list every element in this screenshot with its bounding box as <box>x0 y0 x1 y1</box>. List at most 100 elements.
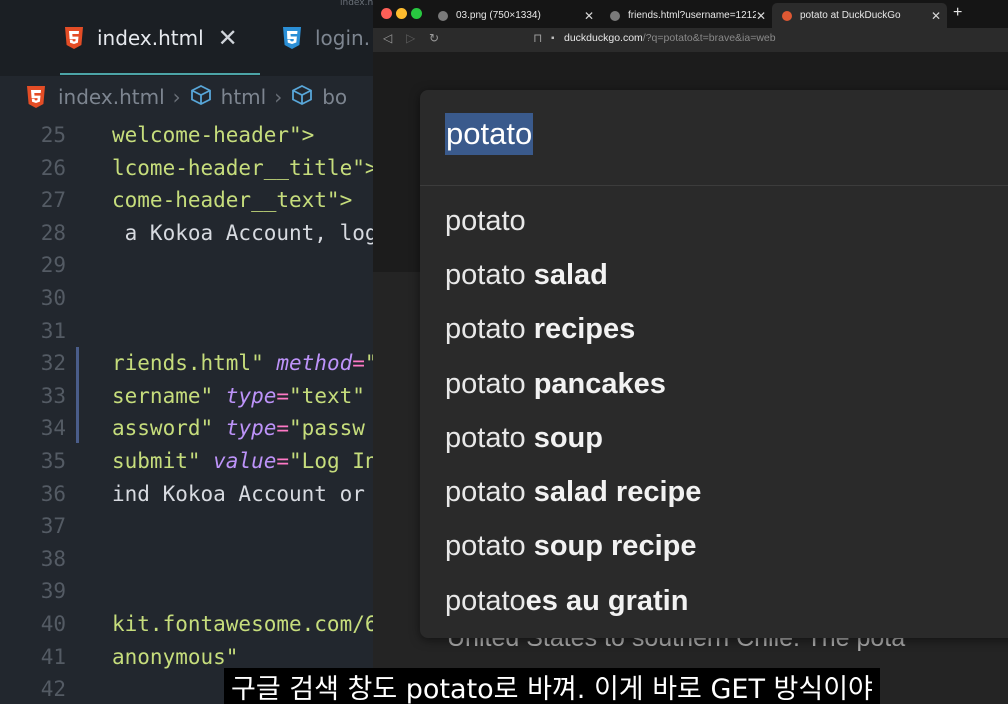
suggestion-item[interactable]: potato pancakes <box>445 357 701 411</box>
breadcrumb-item-html[interactable]: html <box>221 85 267 109</box>
line-number: 33 <box>40 383 66 408</box>
window-title: index.htm <box>340 0 373 8</box>
code-line[interactable]: 33 sername" type="text" <box>0 380 373 413</box>
browser-tab-duckduckgo[interactable]: potato at DuckDuckGo ✕ <box>772 3 947 28</box>
url-path: /?q=potato&t=brave&ia=web <box>642 32 776 44</box>
html5-icon <box>26 85 46 109</box>
code-area[interactable]: 25 welcome-header"> 26 lcome-header__title"… <box>0 119 373 704</box>
code-token: come-header__text"> <box>112 188 353 213</box>
active-tab-indicator <box>60 73 260 75</box>
code-line[interactable]: 39 <box>0 575 373 608</box>
code-line[interactable]: 31 <box>0 315 373 348</box>
code-line[interactable]: 40 kit.fontawesome.com/6 <box>0 608 373 641</box>
code-token: value <box>213 448 277 473</box>
suggestion-completion: recipes <box>525 313 636 346</box>
code-text: sername" type="text" <box>112 380 365 413</box>
code-token: lcome-header__title"> <box>112 155 373 180</box>
suggestion-prefix: potato <box>445 584 526 617</box>
suggestion-completion: pancakes <box>525 367 666 400</box>
minimize-window-button[interactable] <box>396 8 407 19</box>
tab-label: index.html <box>97 26 204 50</box>
breadcrumb-item-file[interactable]: index.html <box>58 85 165 109</box>
code-text: welcome-header"> <box>112 119 314 152</box>
line-number: 34 <box>40 416 66 441</box>
suggestion-prefix: potato <box>445 421 526 454</box>
line-number: 42 <box>40 677 66 702</box>
code-line[interactable]: 25 welcome-header"> <box>0 119 373 152</box>
globe-icon <box>610 10 620 21</box>
forward-icon[interactable]: ▷ <box>406 31 415 45</box>
chevron-right-icon: › <box>172 85 181 109</box>
code-token: riends.html" <box>112 351 277 376</box>
address-bar[interactable]: duckduckgo.com/?q=potato&t=brave&ia=web <box>564 32 776 44</box>
line-number: 29 <box>40 253 66 278</box>
line-number: 38 <box>40 546 66 571</box>
code-line[interactable]: 38 <box>0 543 373 576</box>
duckduckgo-page: United States to southern Chile. The pot… <box>373 52 1008 704</box>
code-token: = <box>276 416 290 441</box>
suggestion-completion: soup recipe <box>525 530 697 563</box>
close-icon[interactable]: ✕ <box>756 9 766 23</box>
reload-icon[interactable]: ↻ <box>429 31 439 45</box>
tab-index-html[interactable]: index.html ✕ <box>64 0 238 76</box>
code-token: a Kokoa Account, log <box>112 220 373 245</box>
code-line[interactable]: 37 <box>0 510 373 543</box>
close-icon[interactable]: ✕ <box>218 24 238 52</box>
code-text: riends.html" method=" <box>112 347 373 380</box>
code-token: type <box>225 416 277 441</box>
search-input[interactable]: potato <box>445 110 534 158</box>
duckduckgo-icon <box>782 10 792 21</box>
line-number: 31 <box>40 318 66 343</box>
code-token: submit" <box>112 448 214 473</box>
back-icon[interactable]: ◁ <box>383 31 392 45</box>
line-number: 26 <box>40 155 66 180</box>
suggestion-item[interactable]: potato soup recipe <box>445 520 701 574</box>
code-line[interactable]: 27 come-header__text"> <box>0 184 373 217</box>
suggestion-prefix: potato <box>445 258 526 291</box>
browser-tab-friends[interactable]: friends.html?username=1212128 ✕ <box>600 3 772 28</box>
code-token: type <box>225 383 277 408</box>
suggestion-prefix: potato <box>445 313 526 346</box>
suggestion-list: potato potato salad potato recipes potato p… <box>445 194 701 628</box>
tab-login[interactable]: login. <box>281 0 370 76</box>
browser-tab-image[interactable]: 03.png (750×1334) ✕ <box>428 3 600 28</box>
breadcrumb-item-body[interactable]: bo <box>322 85 347 109</box>
code-line[interactable]: 26 lcome-header__title"> <box>0 152 373 185</box>
suggestion-item[interactable]: potato salad <box>445 248 701 302</box>
close-window-button[interactable] <box>381 8 392 19</box>
new-tab-button[interactable]: + <box>953 4 962 22</box>
tab-title: potato at DuckDuckGo <box>800 10 901 21</box>
code-line[interactable]: 36 ind Kokoa Account or <box>0 478 373 511</box>
zoom-window-button[interactable] <box>411 8 422 19</box>
suggestion-item[interactable]: potato <box>445 194 701 248</box>
code-token: "passw <box>289 416 365 441</box>
code-line[interactable]: 28 a Kokoa Account, log <box>0 217 373 250</box>
browser-toolbar: ◁ ▷ ↻ ⊓ ▪ duckduckgo.com/?q=potato&t=bra… <box>373 28 1008 72</box>
bookmark-icon[interactable]: ⊓ <box>533 31 542 45</box>
browser-tab-bar: 03.png (750×1334) ✕ friends.html?usernam… <box>373 0 1008 28</box>
close-icon[interactable]: ✕ <box>584 9 594 23</box>
line-number: 36 <box>40 481 66 506</box>
code-text: come-header__text"> <box>112 184 352 217</box>
line-number: 41 <box>40 644 66 669</box>
suggestion-item[interactable]: potato soup <box>445 411 701 465</box>
globe-icon <box>438 10 448 21</box>
code-token: sername" <box>112 383 226 408</box>
code-token: " <box>365 351 373 375</box>
tab-label: login. <box>315 26 371 50</box>
close-icon[interactable]: ✕ <box>931 9 941 23</box>
code-line[interactable]: 35 submit" value="Log In <box>0 445 373 478</box>
divider <box>420 185 1008 186</box>
suggestion-item[interactable]: potato es au gratin <box>445 574 701 628</box>
code-line[interactable]: 29 <box>0 249 373 282</box>
code-line[interactable]: 30 <box>0 282 373 315</box>
lock-icon: ▪ <box>551 33 555 44</box>
code-token: ind Kokoa Account or <box>112 481 365 506</box>
line-number: 30 <box>40 285 66 310</box>
suggestion-item[interactable]: potato salad recipe <box>445 465 701 519</box>
suggestion-item[interactable]: potato recipes <box>445 303 701 357</box>
code-line[interactable]: 32 riends.html" method=" <box>0 347 373 380</box>
video-subtitle: 구글 검색 창도 potato로 바껴. 이게 바로 GET 방식이야 <box>224 668 880 704</box>
suggestion-prefix: potato <box>445 476 526 509</box>
code-line[interactable]: 34 assword" type="passw <box>0 412 373 445</box>
